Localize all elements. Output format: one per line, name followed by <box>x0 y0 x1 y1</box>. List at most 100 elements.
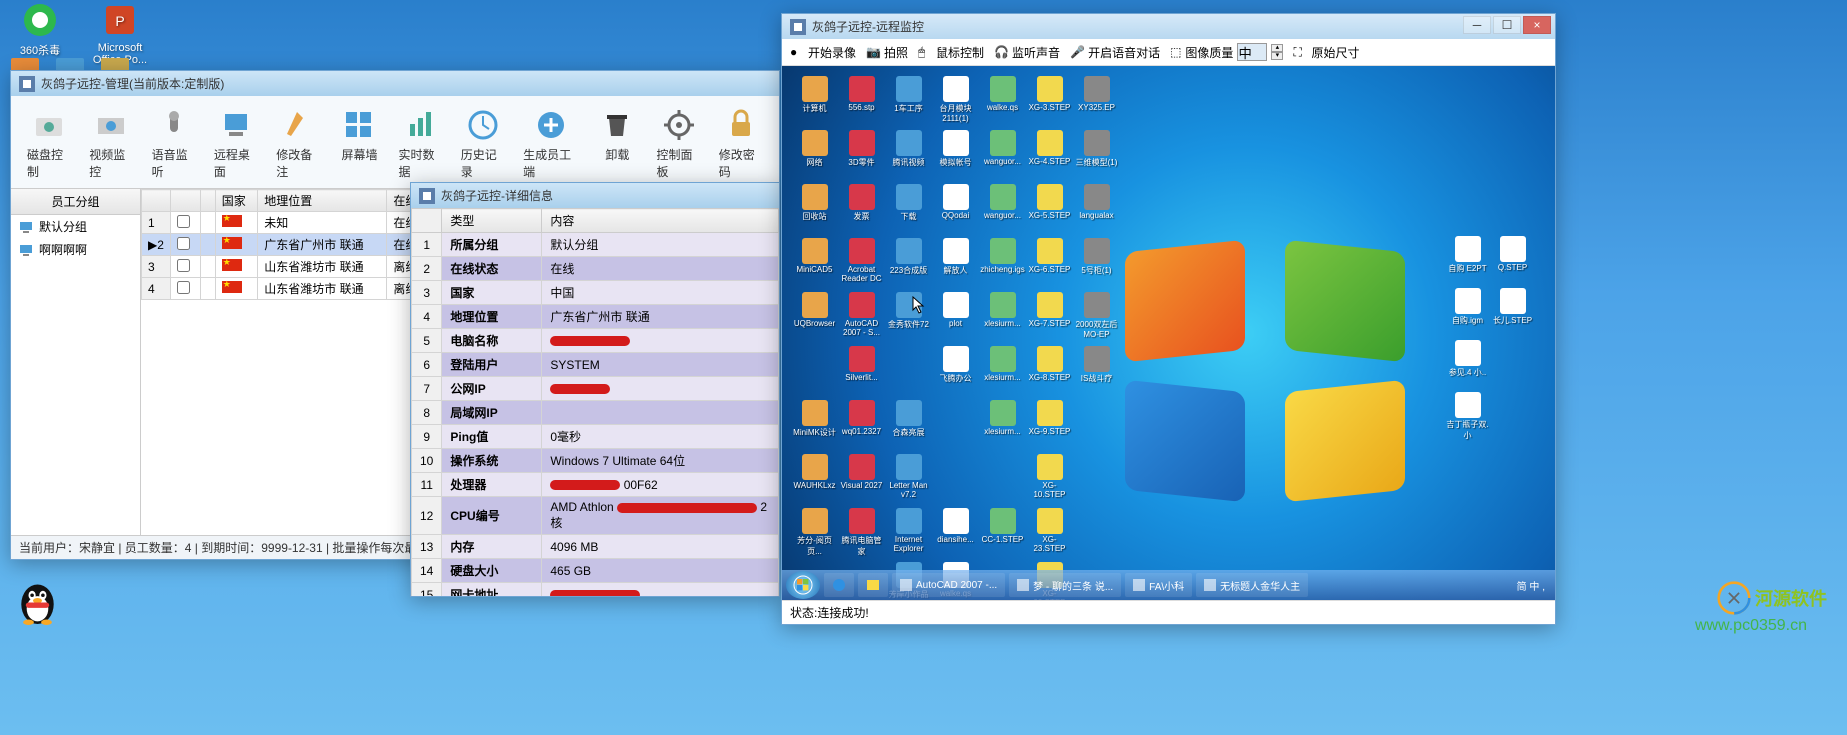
remote-icon[interactable] <box>933 454 978 506</box>
remote-icon[interactable]: MiniMK设计 <box>792 400 837 452</box>
remote-icon[interactable]: 2000双左后MO-EP <box>1074 292 1119 344</box>
taskbar-item[interactable]: 梦 - 聊的三条 说... <box>1009 573 1121 597</box>
remote-icon[interactable]: 自购 E2PT <box>1445 236 1490 288</box>
remote-icon[interactable]: langualax <box>1074 184 1119 236</box>
remote-icon[interactable]: 台月模块2111(1) <box>933 76 978 128</box>
remote-icon[interactable]: Acrobat Reader DC <box>839 238 884 290</box>
detail-row[interactable]: 5电脑名称 <box>412 329 779 353</box>
maximize-button[interactable]: ☐ <box>1493 16 1521 34</box>
remote-icon[interactable]: walke.qs <box>980 76 1025 128</box>
detail-row[interactable]: 14硬盘大小465 GB <box>412 559 779 583</box>
remote-icon[interactable]: 合森亮展 <box>886 400 931 452</box>
remote-icon[interactable]: MiniCAD5 <box>792 238 837 290</box>
tool-远程桌面[interactable]: 远程桌面 <box>206 100 266 184</box>
detail-row[interactable]: 1所属分组默认分组 <box>412 233 779 257</box>
remote-icon[interactable]: 下载 <box>886 184 931 236</box>
tool-生成员工端[interactable]: 生成员工端 <box>515 100 586 184</box>
remote-icon[interactable] <box>1074 508 1119 560</box>
tool-控制面板[interactable]: 控制面板 <box>648 100 708 184</box>
spinner-up[interactable]: ▴ <box>1271 44 1283 52</box>
remote-icon[interactable]: Internet Explorer <box>886 508 931 560</box>
remote-icon[interactable] <box>1490 340 1535 392</box>
remote-icon[interactable]: xlesiurm... <box>980 292 1025 344</box>
system-tray[interactable]: 简 中 , <box>1511 578 1551 593</box>
remote-icon[interactable]: 回收站 <box>792 184 837 236</box>
original-size-button[interactable]: ⛶原始尺寸 <box>1293 44 1359 61</box>
remote-icon[interactable]: XG-3.STEP <box>1027 76 1072 128</box>
row-checkbox[interactable] <box>177 237 190 250</box>
remote-icon[interactable]: zhicheng.igs <box>980 238 1025 290</box>
remote-icon[interactable] <box>980 454 1025 506</box>
remote-icon[interactable]: CC-1.STEP <box>980 508 1025 560</box>
remote-icon[interactable]: diansihe... <box>933 508 978 560</box>
taskbar-item[interactable]: FA\小科 <box>1125 573 1192 597</box>
detail-row[interactable]: 2在线状态在线 <box>412 257 779 281</box>
sidebar-item[interactable]: 默认分组 <box>11 215 140 238</box>
remote-icon[interactable]: 计算机 <box>792 76 837 128</box>
remote-icon[interactable]: 556.stp <box>839 76 884 128</box>
remote-icon[interactable] <box>933 400 978 452</box>
remote-icon[interactable]: XG-6.STEP <box>1027 238 1072 290</box>
detail-row[interactable]: 6登陆用户SYSTEM <box>412 353 779 377</box>
row-checkbox[interactable] <box>177 215 190 228</box>
photo-button[interactable]: 📷拍照 <box>866 44 908 61</box>
remote-icon[interactable]: Visual 2027 <box>839 454 884 506</box>
remote-icon[interactable]: 网络 <box>792 130 837 182</box>
remote-icon[interactable]: Q.STEP <box>1490 236 1535 288</box>
tool-历史记录[interactable]: 历史记录 <box>453 100 513 184</box>
sidebar-item[interactable]: 啊啊啊啊 <box>11 238 140 261</box>
remote-icon[interactable]: 飞腾办公 <box>933 346 978 398</box>
remote-icon[interactable]: 发票 <box>839 184 884 236</box>
taskbar-pin-explorer[interactable] <box>858 573 888 597</box>
remote-icon[interactable]: wanguor... <box>980 130 1025 182</box>
remote-icon[interactable]: XG-10.STEP <box>1027 454 1072 506</box>
detail-row[interactable]: 8局域网IP <box>412 401 779 425</box>
start-button[interactable] <box>786 571 820 599</box>
remote-icon[interactable] <box>1074 400 1119 452</box>
taskbar-item[interactable]: AutoCAD 2007 -... <box>892 573 1005 597</box>
remote-icon[interactable]: XG-8.STEP <box>1027 346 1072 398</box>
tool-屏幕墙[interactable]: 屏幕墙 <box>330 100 388 184</box>
col-header[interactable] <box>170 190 200 212</box>
remote-icon[interactable]: 模拟帐号 <box>933 130 978 182</box>
mouse-control-button[interactable]: 🖱鼠标控制 <box>918 44 984 61</box>
remote-icon[interactable]: 自购.igm <box>1445 288 1490 340</box>
remote-icon[interactable]: 芳分-阅页页... <box>792 508 837 560</box>
remote-icon[interactable]: 长儿.STEP <box>1490 288 1535 340</box>
remote-icon[interactable]: QQodai <box>933 184 978 236</box>
tool-修改备注[interactable]: 修改备注 <box>268 100 328 184</box>
remote-icon[interactable]: wq01.2327 <box>839 400 884 452</box>
remote-icon[interactable]: UQBrowser <box>792 292 837 344</box>
col-header[interactable]: 地理位置 <box>258 190 387 212</box>
taskbar-pin-ie[interactable] <box>824 573 854 597</box>
remote-icon[interactable] <box>1490 392 1535 444</box>
remote-icon[interactable]: xlesiurm... <box>980 346 1025 398</box>
quality-input[interactable] <box>1237 43 1267 61</box>
remote-icon[interactable]: XG-5.STEP <box>1027 184 1072 236</box>
remote-icon[interactable]: XG-23.STEP <box>1027 508 1072 560</box>
record-button[interactable]: ●开始录像 <box>790 44 856 61</box>
detail-row[interactable]: 3国家中国 <box>412 281 779 305</box>
remote-icon[interactable] <box>792 346 837 398</box>
admin-window-titlebar[interactable]: 灰鸽子远控-管理(当前版本:定制版) <box>11 71 779 96</box>
remote-icon[interactable]: XG-4.STEP <box>1027 130 1072 182</box>
remote-icon[interactable]: 1车工序 <box>886 76 931 128</box>
col-header[interactable]: 国家 <box>215 190 258 212</box>
remote-icon[interactable]: wanguor... <box>980 184 1025 236</box>
tool-磁盘控制[interactable]: 磁盘控制 <box>19 100 79 184</box>
detail-row[interactable]: 7公网IP <box>412 377 779 401</box>
remote-icon[interactable]: xlesiurm... <box>980 400 1025 452</box>
row-checkbox[interactable] <box>177 259 190 272</box>
tool-语音监听[interactable]: 语音监听 <box>144 100 204 184</box>
remote-icon[interactable]: Silverlit... <box>839 346 884 398</box>
spinner-down[interactable]: ▾ <box>1271 52 1283 60</box>
detail-row[interactable]: 9Ping值0毫秒 <box>412 425 779 449</box>
remote-icon[interactable]: 5号柜(1) <box>1074 238 1119 290</box>
remote-icon[interactable]: XY325.EP <box>1074 76 1119 128</box>
remote-icon[interactable]: 腾讯电脑管家 <box>839 508 884 560</box>
detail-row[interactable]: 11处理器 00F62 <box>412 473 779 497</box>
row-checkbox[interactable] <box>177 281 190 294</box>
detail-row[interactable]: 15网卡地址 <box>412 583 779 597</box>
remote-icon[interactable]: XG-9.STEP <box>1027 400 1072 452</box>
remote-screen[interactable]: 计算机556.stp1车工序台月模块2111(1)walke.qsXG-3.ST… <box>782 66 1555 600</box>
